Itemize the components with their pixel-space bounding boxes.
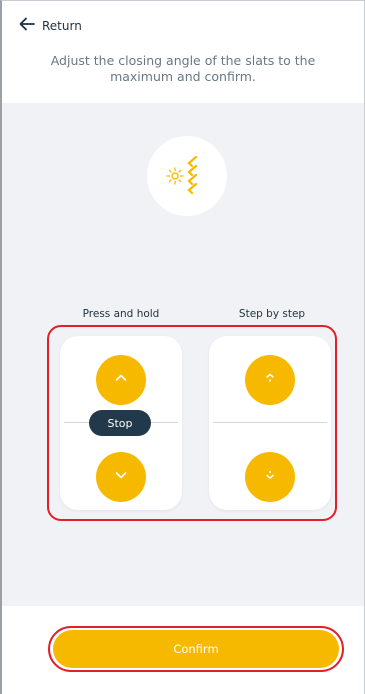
stop-button[interactable]: Stop [89, 410, 151, 436]
chevron-down-icon [113, 467, 129, 487]
move-down-button[interactable] [96, 452, 146, 502]
move-up-button[interactable] [96, 355, 146, 405]
arrow-left-icon [18, 15, 36, 37]
return-label: Return [42, 19, 82, 33]
card-divider [213, 422, 327, 423]
app-screen: Return Adjust the closing angle of the s… [0, 0, 365, 694]
step-by-step-card [209, 336, 331, 510]
press-and-hold-card: Stop [60, 336, 182, 510]
main-content: Press and hold Step by step Stop [2, 103, 364, 606]
instruction-text: Adjust the closing angle of the slats to… [50, 53, 316, 84]
footer: Confirm [2, 606, 364, 694]
step-up-button[interactable] [245, 355, 295, 405]
press-and-hold-label: Press and hold [82, 308, 160, 320]
header: Return Adjust the closing angle of the s… [2, 1, 364, 103]
confirm-button[interactable]: Confirm [53, 630, 339, 668]
step-down-icon [262, 467, 278, 487]
step-up-icon [262, 370, 278, 390]
step-down-button[interactable] [245, 452, 295, 502]
step-by-step-label: Step by step [238, 308, 306, 320]
chevron-up-icon [113, 370, 129, 390]
return-button[interactable]: Return [18, 15, 82, 37]
sun-slats-icon [147, 136, 227, 216]
